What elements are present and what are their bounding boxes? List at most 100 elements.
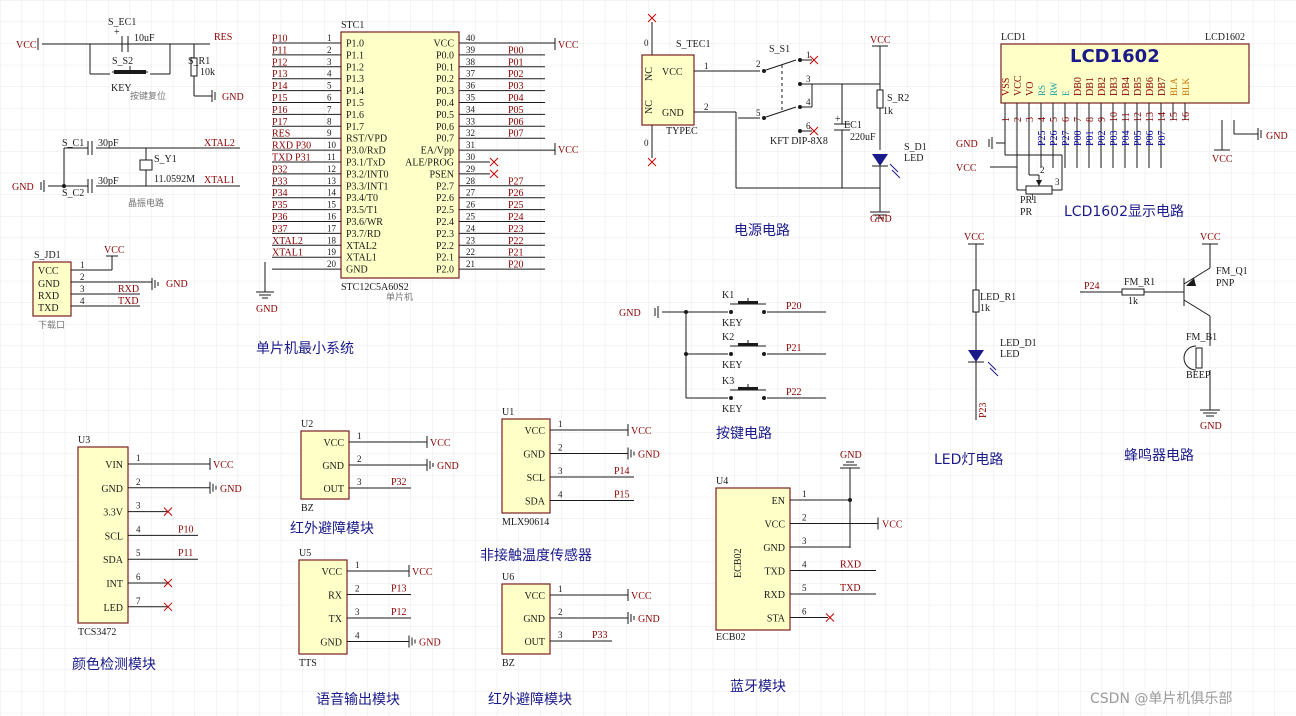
mcu-net-label: P03 xyxy=(508,81,524,92)
mcu-pin-number: 30 xyxy=(466,152,476,162)
mcu-pin-number: 7 xyxy=(327,104,332,114)
mcu-pin-number: 32 xyxy=(466,128,475,138)
buzzer-b-val: BEEP xyxy=(1186,370,1211,381)
mcu-net-label: TXD P31 xyxy=(272,153,311,164)
lcd-pin-name: DB5 xyxy=(1133,77,1144,96)
mcu-pin-number: 4 xyxy=(327,69,332,79)
mcu-pin-name: P3.2/INT0 xyxy=(346,169,389,180)
download-txd: TXD xyxy=(118,296,139,307)
download-rxd: RXD xyxy=(118,284,139,295)
u1-pin-number: 1 xyxy=(558,419,563,429)
u6-pin-name: VCC xyxy=(524,591,545,602)
lcd-net-label: P05 xyxy=(1133,130,1144,146)
u1-net-label: P14 xyxy=(614,466,630,477)
lcd-part: LCD1602 xyxy=(1205,32,1245,43)
mcu-net-label: P17 xyxy=(272,117,288,128)
mcu-pin-number: 5 xyxy=(327,81,332,91)
lcd-pin-name: BLK xyxy=(1181,77,1191,96)
mcu-pin-number: 11 xyxy=(327,152,336,162)
u2-ref: U2 xyxy=(301,419,313,430)
u6-pin-name: OUT xyxy=(524,637,545,648)
mcu-ref: STC1 xyxy=(341,20,364,31)
mcu-net-label: P21 xyxy=(508,248,524,259)
mcu-pin-number: 14 xyxy=(327,188,337,198)
mcu-pin-number: 27 xyxy=(466,188,476,198)
caption-color: 颜色检测模块 xyxy=(72,656,156,673)
u2-pin-number: 3 xyxy=(357,477,362,487)
u3-pin-name: SDA xyxy=(103,555,124,566)
mcu-net-label: P13 xyxy=(272,69,288,80)
u5-pin-number: 3 xyxy=(355,607,360,617)
mcu-pin-number: 31 xyxy=(466,140,475,150)
u6-vcc-label: VCC xyxy=(631,591,652,602)
mcu-pin-name: P2.5 xyxy=(436,205,454,216)
u3-pin-name: INT xyxy=(106,579,123,590)
u4-ref: U4 xyxy=(716,476,728,487)
mcu-pin-number: 38 xyxy=(466,57,476,67)
mcu-pin-number: 6 xyxy=(327,93,332,103)
reset-net-res: RES xyxy=(214,32,232,43)
lcd-pin-number: 1 xyxy=(1001,117,1012,122)
lcd-pin-number: 7 xyxy=(1073,117,1084,122)
svg-text:+: + xyxy=(114,27,120,38)
u6-pin-number: 3 xyxy=(558,630,563,640)
mcu-pin-number: 2 xyxy=(327,45,332,55)
mcu-pin-number: 17 xyxy=(327,223,337,233)
u5-pin-name: GND xyxy=(320,638,342,649)
mcu-net-label: P05 xyxy=(508,105,524,116)
lcd-pin-number: 10 xyxy=(1109,112,1120,122)
lcd-pin-number: 3 xyxy=(1025,117,1036,122)
mcu-gnd-label: GND xyxy=(256,304,278,315)
crystal-ref: S_Y1 xyxy=(154,154,177,165)
mcu-net-label: P00 xyxy=(508,45,524,56)
mcu-net-label: P01 xyxy=(508,57,524,68)
buzzer-q-val: PNP xyxy=(1216,278,1235,289)
watermark: CSDN @单片机俱乐部 xyxy=(1090,691,1232,707)
key-ref: K3 xyxy=(722,376,734,387)
buzzer-r-ref: FM_R1 xyxy=(1124,277,1155,288)
lcd-ref: LCD1 xyxy=(1001,32,1026,43)
crystal-c1-ref: S_C1 xyxy=(62,138,84,149)
buzzer-b-ref: FM_B1 xyxy=(1186,332,1217,343)
download-note: 下载口 xyxy=(38,319,65,331)
svg-text:+: + xyxy=(835,114,841,125)
mcu-vcc-label-1: VCC xyxy=(558,40,579,51)
mcu-pin-name: P1.0 xyxy=(346,39,364,50)
mcu-net-label: P20 xyxy=(508,260,524,271)
lcd-pin-name: VCC xyxy=(1013,75,1024,96)
lcd-pin-name: DB1 xyxy=(1085,77,1096,96)
power-conn-ref: S_TEC1 xyxy=(676,39,710,50)
caption-ir2: 红外避障模块 xyxy=(488,692,572,708)
lcd-pin-name: DB4 xyxy=(1121,77,1132,96)
u4-pin-name: GND xyxy=(763,543,785,554)
u5-pin-number: 4 xyxy=(355,631,360,641)
u2-pin-name: GND xyxy=(322,461,344,472)
u3-vcc-label: VCC xyxy=(213,460,234,471)
power-conn-gnd: GND xyxy=(662,108,684,119)
svg-text:2: 2 xyxy=(1040,165,1045,175)
u5-pin-number: 1 xyxy=(355,560,360,570)
mcu-pin-number: 12 xyxy=(327,164,336,174)
u4-pin-name: EN xyxy=(772,496,785,507)
reset-res-ref: S_R1 xyxy=(188,56,210,67)
mcu-net-label: XTAL1 xyxy=(272,248,303,259)
svg-text:1: 1 xyxy=(80,260,85,270)
lcd-pin-number: 15 xyxy=(1169,112,1180,122)
mcu-net-label: P22 xyxy=(508,236,524,247)
mcu-pin-name: XTAL1 xyxy=(346,253,377,264)
mcu-pin-name: P1.5 xyxy=(346,98,364,109)
lcd-pin-number: 6 xyxy=(1061,117,1072,122)
mcu-pin-number: 8 xyxy=(327,116,332,126)
mcu-sub: 单片机 xyxy=(386,291,413,303)
power-led-val: LED xyxy=(904,153,923,164)
mcu-pin-name: RST/VPD xyxy=(346,134,387,145)
mcu-net-label: P15 xyxy=(272,93,288,104)
u1-gnd-label: GND xyxy=(638,450,660,461)
lcd-pin-number: 2 xyxy=(1013,117,1024,122)
keys-gnd: GND xyxy=(619,308,641,319)
buzzer-vcc: VCC xyxy=(1200,232,1221,243)
mcu-pin-name: P0.0 xyxy=(436,50,454,61)
mcu-net-label: P24 xyxy=(508,212,524,223)
lcd-pin-name: DB6 xyxy=(1145,77,1156,96)
mcu-pin-number: 16 xyxy=(327,212,337,222)
